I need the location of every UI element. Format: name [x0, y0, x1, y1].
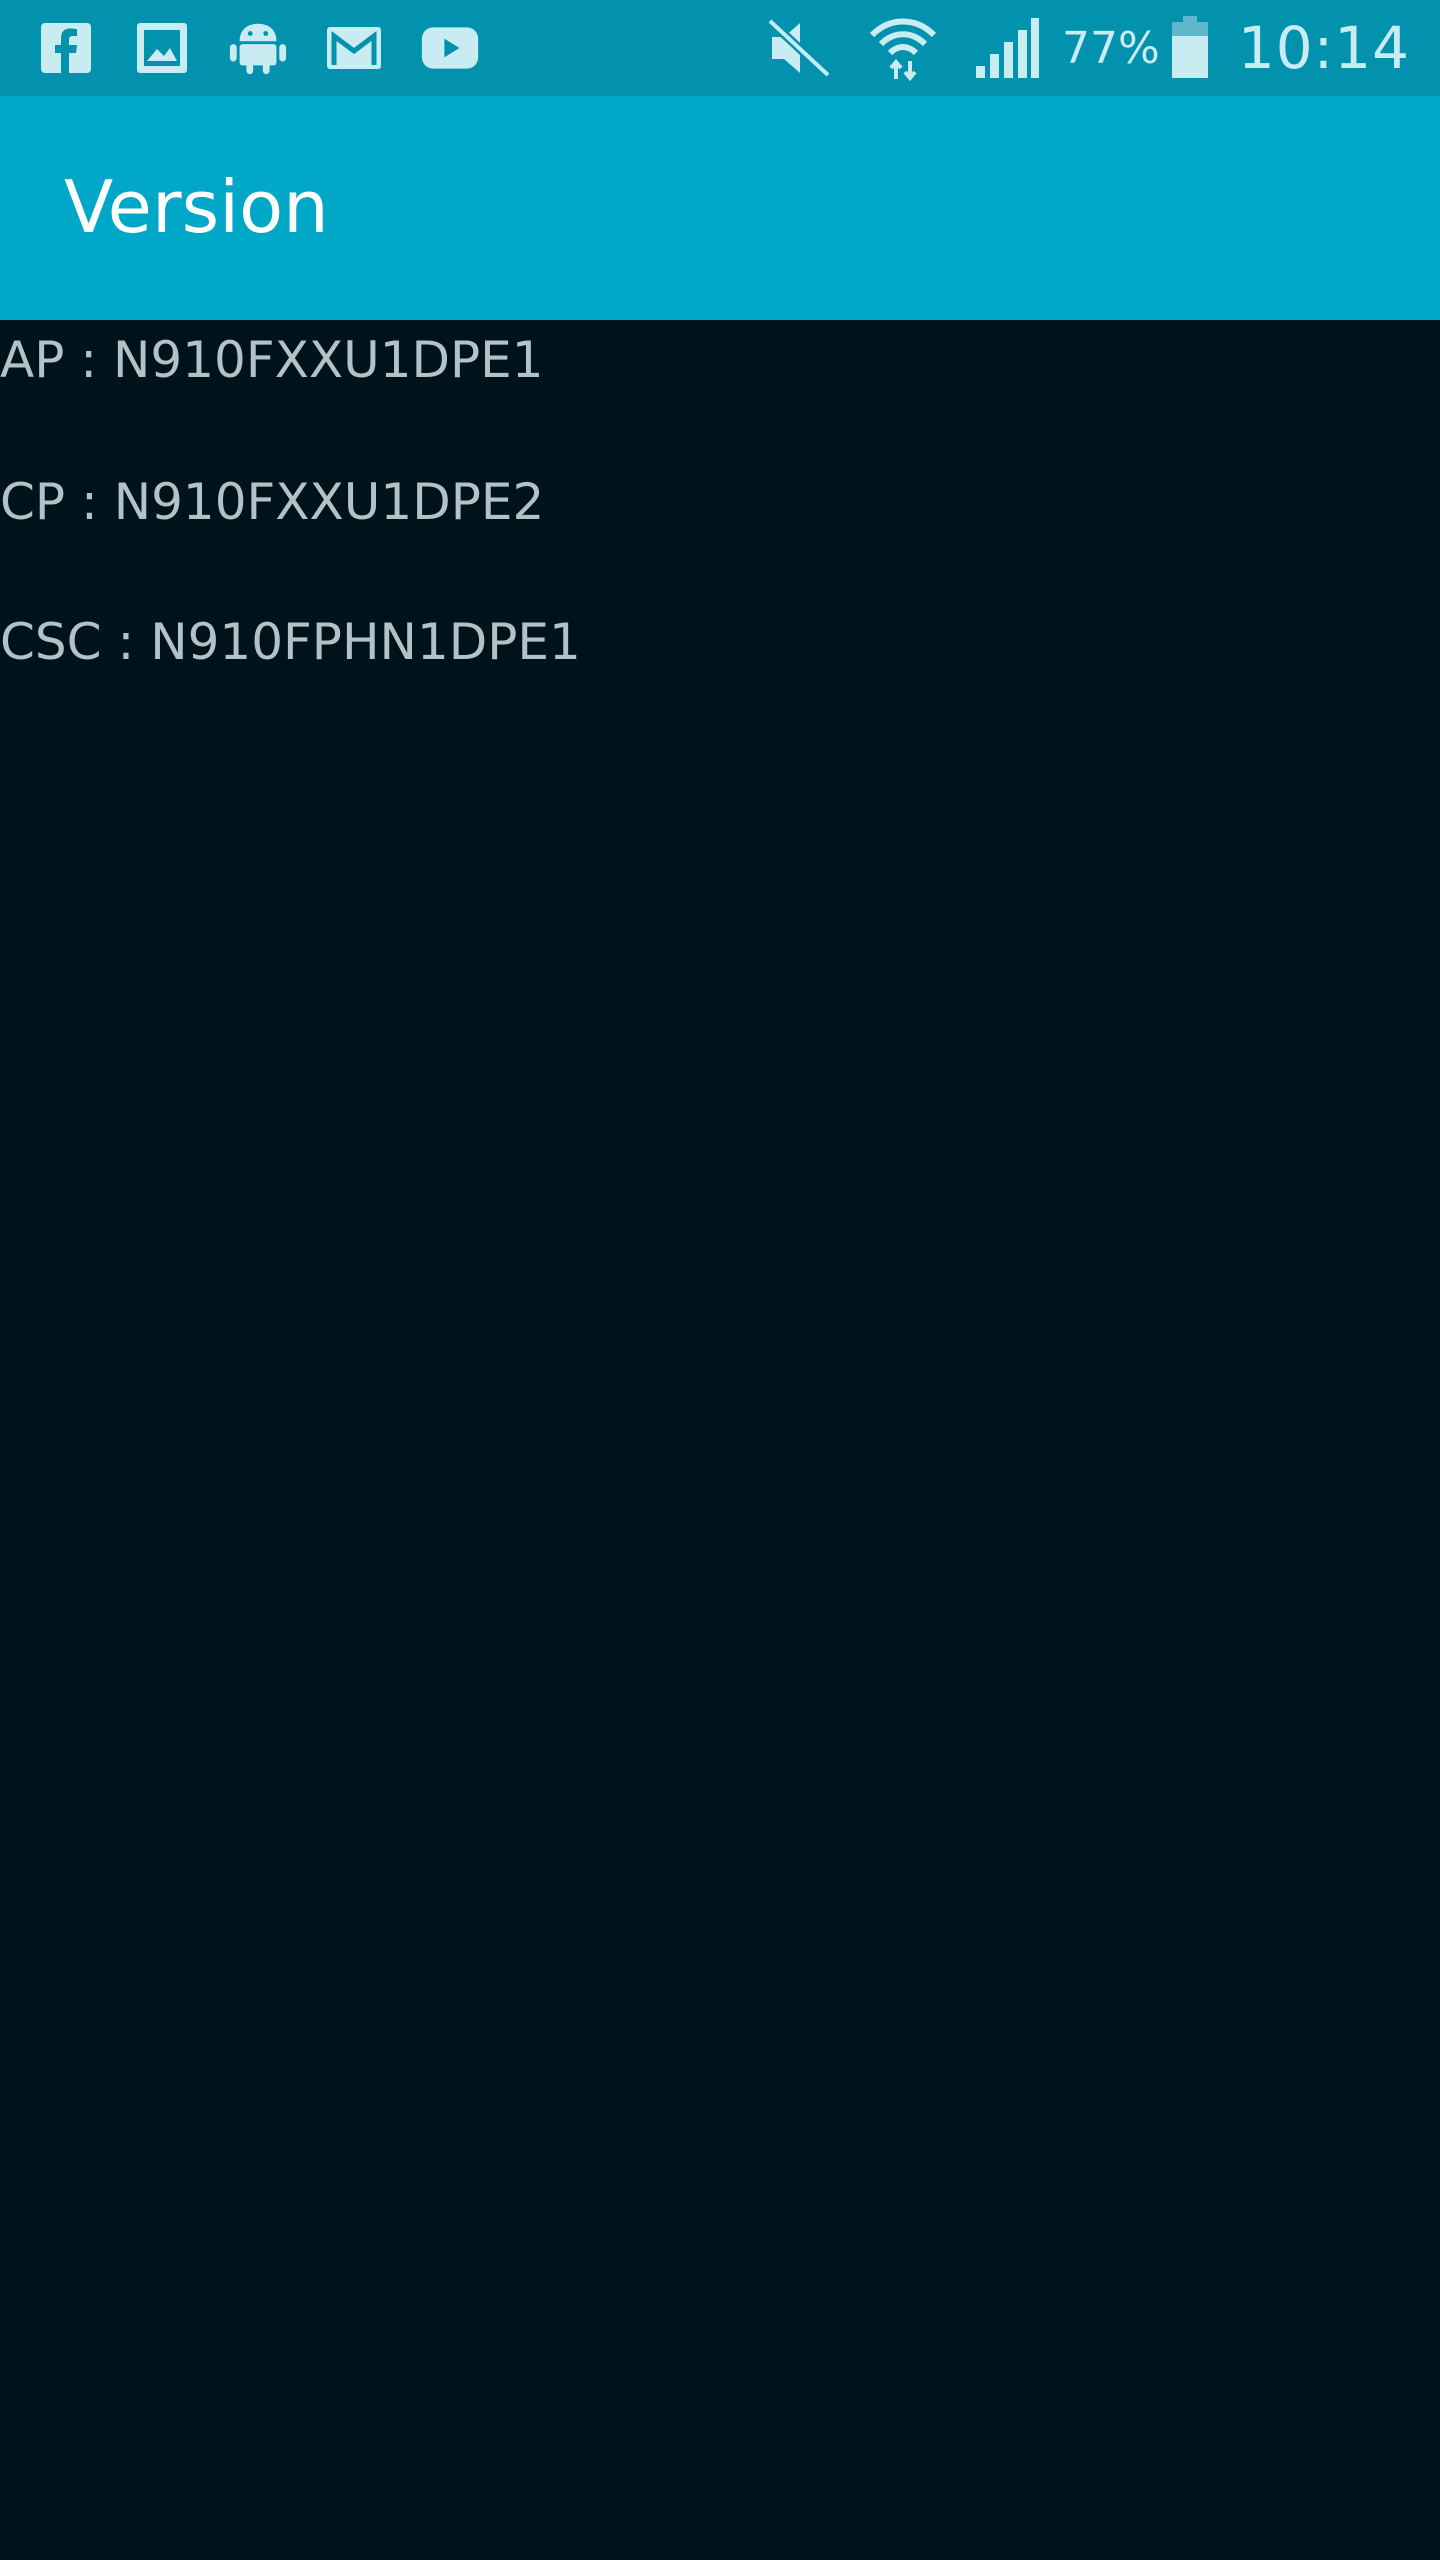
status-bar: 77% 10:14 [0, 0, 1440, 96]
csc-version: CSC : N910FPHN1DPE1 [0, 613, 581, 671]
battery-icon [1170, 16, 1210, 80]
clock: 10:14 [1237, 14, 1410, 82]
facebook-icon [36, 18, 96, 78]
cp-version: CP : N910FXXU1DPE2 [0, 473, 545, 531]
cell-signal-icon [974, 16, 1040, 80]
wifi-icon [868, 13, 938, 83]
gmail-icon [324, 18, 384, 78]
app-bar: Version [0, 96, 1440, 320]
mute-icon [766, 17, 832, 79]
system-status: 77% 10:14 [766, 0, 1410, 96]
gallery-icon [132, 18, 192, 78]
android-icon [228, 18, 288, 78]
version-list: AP : N910FXXU1DPE1 CP : N910FXXU1DPE2 CS… [0, 320, 1440, 2560]
page-title: Version [64, 165, 329, 249]
ap-version: AP : N910FXXU1DPE1 [0, 331, 544, 389]
youtube-icon [420, 18, 480, 78]
notification-icons [36, 18, 516, 78]
battery-percent: 77% [1062, 22, 1160, 74]
